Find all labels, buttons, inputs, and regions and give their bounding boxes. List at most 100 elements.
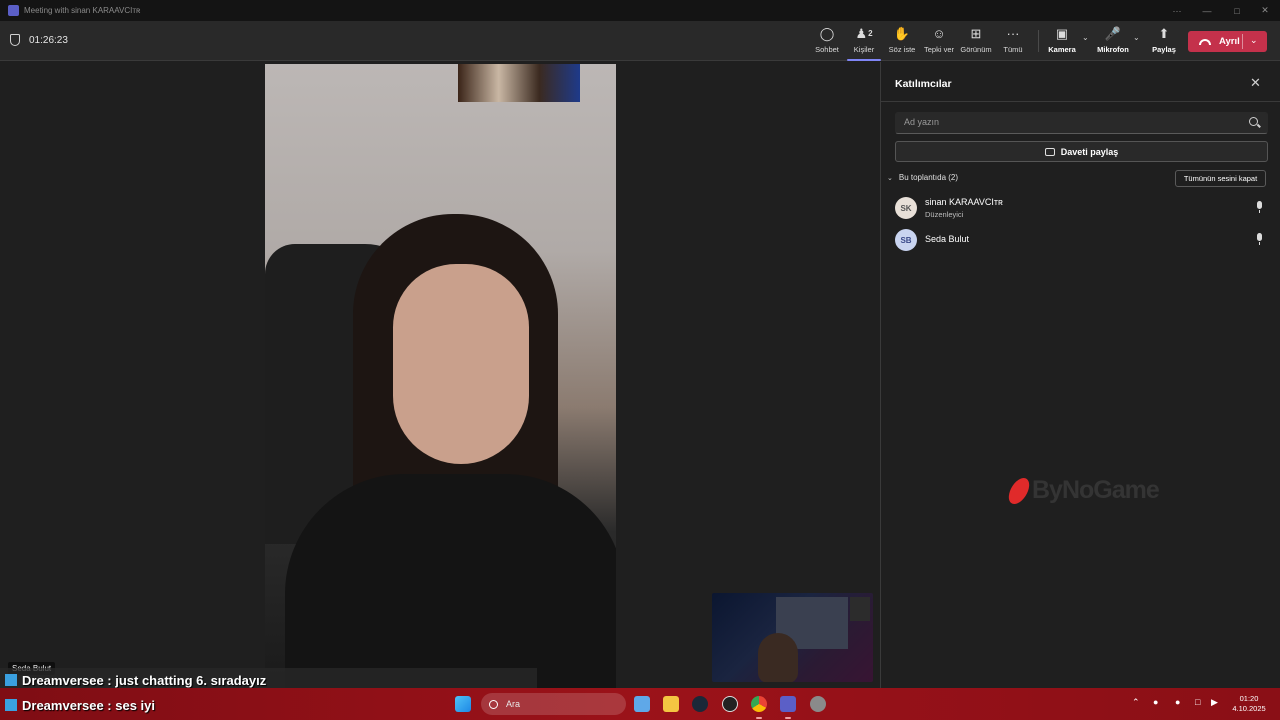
search-icon[interactable] — [1249, 117, 1258, 126]
watermark-text: ByNoGame — [1032, 476, 1160, 504]
raise-hand-label: Söz iste — [888, 45, 916, 54]
twitch-icon — [5, 674, 17, 686]
main-video-feed[interactable] — [265, 64, 616, 688]
microphone-label: Mikrofon — [1097, 45, 1129, 54]
chat-label: Sohbet — [815, 45, 839, 54]
camera-label: Kamera — [1048, 45, 1076, 54]
background-monitor-secondary — [850, 597, 870, 621]
taskbar-search-label: Ara — [506, 699, 521, 709]
chat-message-text: Dreamversee : ses iyi — [22, 697, 155, 713]
leave-label: Ayrıl — [1219, 36, 1240, 47]
title-bar: Meeting with sinan KARAAVCIᴛʀ ··· — □ ✕ — [0, 0, 1280, 21]
close-window-button[interactable]: ✕ — [1250, 0, 1280, 21]
more-options-icon[interactable]: ··· — [1162, 0, 1192, 21]
mute-all-button[interactable]: Tümünün sesini kapat — [1175, 170, 1266, 187]
share-invite-button[interactable]: Daveti paylaş — [895, 141, 1268, 162]
camera-options-chevron-icon[interactable]: ⌄ — [1082, 33, 1089, 42]
more-label: Tümü — [1003, 45, 1023, 54]
leave-divider — [1242, 34, 1243, 49]
search-icon — [489, 699, 498, 709]
steam-icon[interactable] — [692, 696, 708, 712]
participants-panel: Katılımcılar ✕ Daveti paylaş ⌄ Bu toplan… — [880, 62, 1280, 688]
clock-date: 4.10.2025 — [1232, 704, 1266, 713]
taskbar-clock[interactable]: 01:20 4.10.2025 — [1228, 694, 1270, 714]
microphone-icon — [1257, 201, 1262, 213]
clock-time: 01:20 — [1239, 694, 1259, 703]
in-meeting-section-toggle[interactable]: ⌄ Bu toplantıda (2) — [887, 173, 958, 182]
chat-button[interactable]: ◯ Sohbet — [812, 25, 842, 57]
chrome-icon[interactable] — [751, 696, 767, 712]
start-menu-icon[interactable] — [455, 696, 471, 712]
network-icon[interactable]: □ — [1195, 697, 1200, 707]
widgets-icon[interactable] — [634, 696, 650, 712]
view-label: Görünüm — [960, 45, 992, 54]
avatar: SB — [895, 229, 917, 251]
raise-hand-button[interactable]: ✋ Söz iste — [886, 25, 918, 57]
teams-active-indicator — [785, 717, 791, 719]
wall-poster — [458, 64, 580, 102]
share-invite-label: Daveti paylaş — [1060, 146, 1119, 157]
microphone-button[interactable]: 🎤 Mikrofon — [1097, 25, 1129, 57]
self-person — [758, 633, 798, 682]
person-face — [393, 264, 529, 464]
maximize-button[interactable]: □ — [1222, 0, 1252, 21]
participant-row[interactable]: SK sinan KARAAVCIᴛʀ Düzenleyici — [895, 195, 1267, 221]
participant-name: Seda Bulut — [925, 234, 970, 244]
chat-bubble-icon: ◯ — [819, 25, 835, 41]
bynogame-logo-icon — [1005, 477, 1033, 504]
windows-taskbar: Ara ⌃ ● ● □ ▶ 01:20 4.10.2025 — [0, 688, 1280, 720]
bluetooth-icon[interactable]: ● — [1153, 697, 1158, 707]
chevron-down-icon: ⌄ — [887, 174, 893, 182]
shield-icon — [10, 34, 20, 46]
self-preview-video[interactable] — [712, 593, 873, 682]
search-input[interactable] — [904, 117, 1234, 127]
microphone-icon: 🎤 — [1104, 25, 1122, 41]
camera-button[interactable]: ▣ Kamera — [1048, 25, 1076, 57]
phone-hangup-icon — [1199, 38, 1211, 45]
volume-icon[interactable]: ▶ — [1211, 697, 1218, 708]
microphone-options-chevron-icon[interactable]: ⌄ — [1133, 33, 1140, 42]
share-screen-icon: ⬆ — [1158, 25, 1170, 41]
grid-icon: ⊞ — [970, 25, 982, 41]
close-panel-icon[interactable]: ✕ — [1250, 75, 1261, 91]
taskbar-search[interactable]: Ara — [481, 693, 626, 715]
obs-icon[interactable] — [722, 696, 738, 712]
teams-logo-icon — [8, 5, 19, 16]
panel-title: Katılımcılar — [895, 78, 952, 90]
people-count: 2 — [868, 29, 873, 38]
share-button[interactable]: ⬆ Paylaş — [1151, 25, 1177, 57]
participant-search-field[interactable] — [895, 112, 1268, 134]
people-button[interactable]: ♟ 2 Kişiler — [847, 25, 881, 61]
ellipsis-icon: ··· — [1006, 26, 1020, 41]
twitch-icon — [5, 699, 17, 711]
leave-button[interactable]: Ayrıl ⌄ — [1188, 31, 1267, 52]
stream-chat-message: Dreamversee : ses iyi — [0, 693, 155, 717]
file-explorer-icon[interactable] — [663, 696, 679, 712]
hand-icon: ✋ — [893, 25, 911, 41]
microphone-tray-icon[interactable]: ● — [1175, 697, 1180, 707]
participant-row[interactable]: SB Seda Bulut — [895, 227, 1267, 253]
view-button[interactable]: ⊞ Görünüm — [960, 25, 992, 57]
react-label: Tepki ver — [923, 45, 954, 54]
avatar: SK — [895, 197, 917, 219]
chrome-active-indicator — [756, 717, 762, 719]
people-label: Kişiler — [853, 45, 875, 54]
share-icon — [1044, 147, 1055, 156]
panel-divider — [881, 101, 1280, 102]
react-button[interactable]: ☺ Tepki ver — [923, 25, 955, 57]
minimize-button[interactable]: — — [1192, 0, 1222, 21]
settings-gear-icon[interactable] — [810, 696, 826, 712]
tray-overflow-chevron-icon[interactable]: ⌃ — [1132, 697, 1140, 708]
chat-message-text: Dreamversee : just chatting 6. sıradayız — [22, 672, 267, 688]
in-meeting-section-label: Bu toplantıda (2) — [898, 173, 959, 182]
meeting-toolbar: 01:26:23 ◯ Sohbet ♟ 2 Kişiler ✋ Söz iste … — [0, 21, 1280, 61]
timer-text: 01:26:23 — [29, 34, 68, 46]
leave-options-chevron-icon[interactable]: ⌄ — [1250, 35, 1258, 46]
camera-icon: ▣ — [1055, 25, 1069, 41]
window-title: Meeting with sinan KARAAVCIᴛʀ — [24, 6, 141, 15]
participant-name: sinan KARAAVCIᴛʀ — [925, 197, 1003, 207]
more-button[interactable]: ··· Tümü — [1001, 25, 1025, 57]
teams-icon[interactable] — [780, 696, 796, 712]
person-body — [285, 474, 616, 688]
bynogame-watermark: ByNoGame — [1005, 476, 1160, 505]
